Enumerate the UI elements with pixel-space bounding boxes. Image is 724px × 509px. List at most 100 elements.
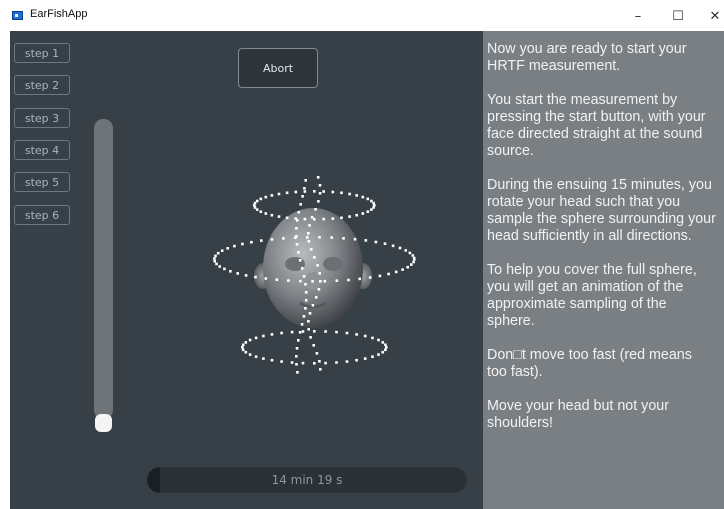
sample-point (345, 331, 349, 335)
sample-point (214, 254, 217, 258)
sample-point (374, 240, 378, 244)
sample-point (312, 344, 315, 347)
sample-point (412, 256, 416, 260)
sample-point (297, 339, 300, 342)
sample-point (384, 343, 387, 347)
sample-point (301, 361, 305, 365)
sample-point (309, 336, 312, 339)
sample-point (383, 242, 387, 245)
step-6-button[interactable]: step 6 (14, 205, 70, 225)
sample-point (215, 262, 218, 266)
instruction-paragraph: Don□t move too fast (red means too fast). (487, 347, 724, 381)
sample-point (335, 279, 339, 282)
sample-point (317, 200, 320, 203)
abort-button[interactable]: Abort (238, 48, 318, 88)
sample-point (244, 350, 248, 354)
sample-point (295, 347, 299, 350)
sample-point (368, 276, 372, 279)
sample-point (311, 280, 314, 283)
sample-point (340, 216, 343, 220)
sample-point (381, 350, 385, 354)
sample-point (236, 272, 239, 275)
sample-point (298, 331, 302, 334)
right-eye (323, 257, 343, 271)
sample-point (348, 192, 351, 196)
sample-point (299, 203, 302, 206)
sample-point (233, 244, 236, 248)
sample-point (296, 371, 299, 374)
instruction-line: Move your head but not your (487, 398, 669, 414)
sample-point (316, 176, 320, 179)
sample-point (330, 236, 333, 239)
sample-point (282, 237, 285, 240)
instruction-line: Now you are ready to start your (487, 41, 687, 57)
sample-point (301, 330, 305, 333)
instruction-line: approximate sampling of the (487, 296, 667, 312)
instruction-line: too fast). (487, 364, 543, 380)
step-3-button[interactable]: step 3 (14, 108, 70, 128)
sample-point (391, 244, 395, 248)
sample-point (304, 283, 307, 286)
sample-point (412, 260, 415, 264)
sample-point (303, 187, 306, 190)
head-sampling-visualization (213, 176, 416, 374)
sample-point (348, 215, 351, 218)
app-client-area: step 1 step 2 step 3 step 4 step 5 step … (10, 31, 724, 509)
step-1-button[interactable]: step 1 (14, 43, 70, 63)
sample-point (372, 201, 375, 205)
sample-point (406, 265, 409, 269)
sample-point (223, 267, 226, 271)
maximize-button[interactable]: ☐ (658, 4, 698, 28)
sample-point (324, 330, 327, 333)
sample-point (254, 355, 258, 358)
instruction-line: Don□t move too fast (red means (487, 347, 692, 363)
sample-point (250, 240, 253, 244)
step-2-button[interactable]: step 2 (14, 75, 70, 95)
sample-point (254, 336, 258, 340)
sample-point (264, 277, 268, 280)
sample-point (355, 333, 358, 336)
instruction-line: shoulders! (487, 415, 553, 431)
sample-point (316, 264, 319, 267)
minimize-button[interactable]: – (618, 4, 658, 28)
sample-point (307, 240, 311, 243)
step-4-button[interactable]: step 4 (14, 140, 70, 160)
slider-handle[interactable] (95, 414, 112, 432)
sample-point (315, 352, 319, 355)
sample-point (353, 237, 357, 241)
sample-point (255, 199, 259, 203)
sample-point (297, 251, 300, 254)
window-border (0, 31, 10, 509)
sample-point (377, 338, 380, 342)
sample-point (304, 307, 307, 310)
sample-point (331, 217, 335, 220)
sample-point (241, 348, 245, 352)
sample-point (303, 217, 307, 221)
instruction-line: source. (487, 143, 534, 159)
sample-point (216, 251, 220, 255)
sample-point (213, 259, 216, 263)
sample-point (322, 217, 325, 221)
title-bar: EarFishApp – ☐ ✕ (0, 0, 724, 31)
sample-point (364, 239, 368, 242)
sample-point (324, 361, 327, 365)
instruction-paragraph: During the ensuing 15 minutes, you rotate… (487, 177, 724, 245)
sample-point (331, 190, 335, 194)
instruction-paragraph: Now you are ready to start your HRTF meas… (487, 41, 724, 75)
remaining-time-label: 14 min 19 s (271, 473, 343, 487)
sample-point (411, 254, 415, 257)
sample-point (241, 242, 244, 246)
sample-point (280, 331, 283, 335)
vertical-slider-track[interactable] (94, 119, 113, 419)
sample-point (226, 247, 229, 250)
step-5-button[interactable]: step 5 (14, 172, 70, 192)
instruction-paragraph: You start the measurement by pressing the… (487, 92, 724, 160)
sample-point (270, 238, 274, 241)
sample-point (229, 270, 232, 273)
sample-point (241, 343, 245, 347)
close-button[interactable]: ✕ (695, 4, 724, 28)
instruction-line: You start the measurement by (487, 92, 678, 108)
sample-point (295, 363, 298, 366)
sample-point (295, 243, 299, 246)
sample-point (295, 227, 298, 230)
